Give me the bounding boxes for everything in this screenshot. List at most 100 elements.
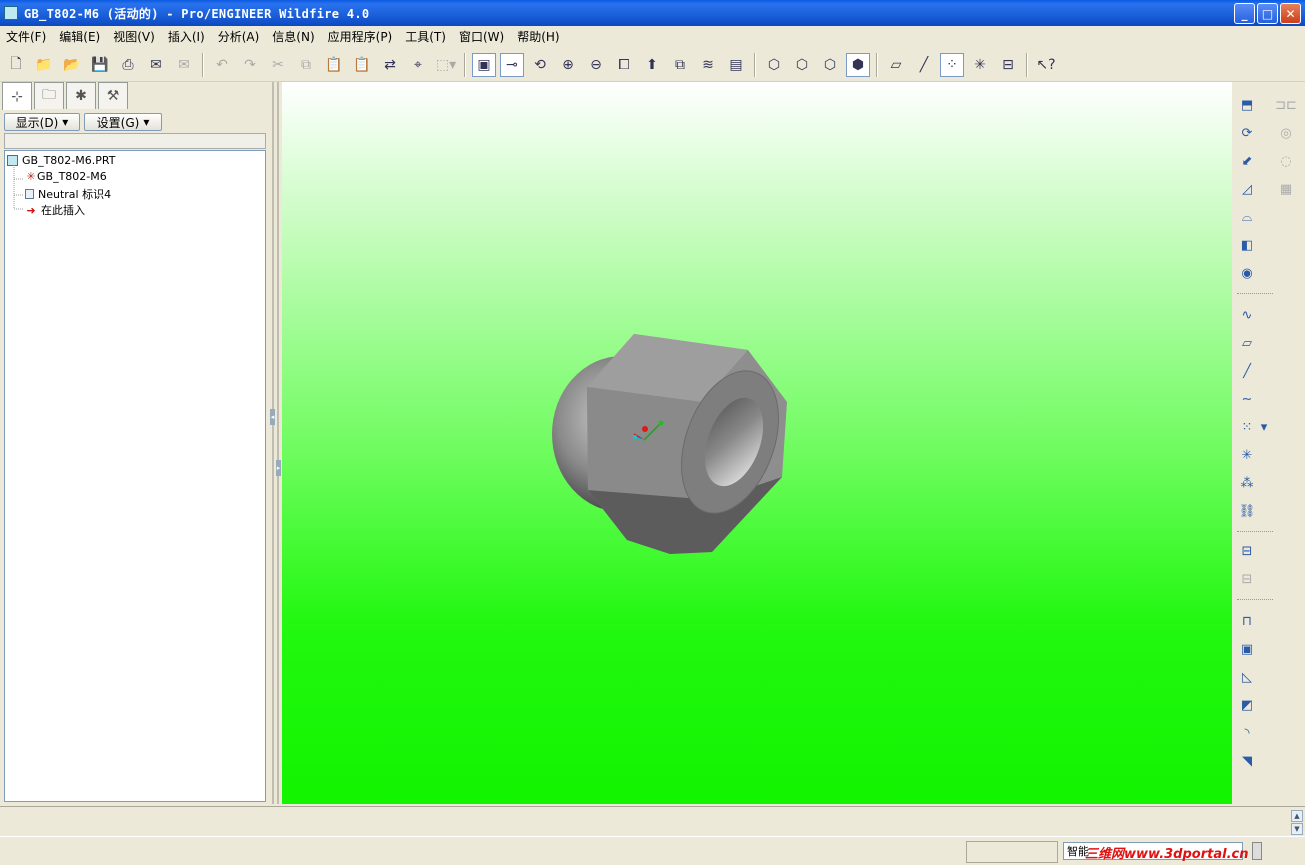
style-icon[interactable]: ⌓: [1236, 206, 1258, 228]
expand-right-icon[interactable]: ▸: [276, 460, 281, 476]
tree-item-feature[interactable]: Neutral 标识4: [25, 186, 111, 202]
layers-icon[interactable]: ≋: [696, 53, 720, 77]
datum-csys-icon[interactable]: ✳: [1236, 444, 1258, 466]
annotation-feature-icon[interactable]: ⊟: [1236, 540, 1258, 562]
favorites-tab[interactable]: ✱: [66, 82, 96, 109]
navigator-panel: ⊹ 🗀 ✱ ⚒ 显示(D) ▾ 设置(G) ▾ GB_T802-M6.PRT ✳…: [0, 82, 270, 804]
scroll-down-icon[interactable]: ▼: [1291, 823, 1303, 835]
display-dropdown[interactable]: 显示(D) ▾: [4, 113, 80, 131]
view-manager-icon[interactable]: ▤: [724, 53, 748, 77]
hole-icon[interactable]: ⊓: [1236, 610, 1258, 632]
annotation-element-icon[interactable]: ⊟: [1236, 568, 1258, 590]
menu-tools[interactable]: 工具(T): [405, 28, 446, 45]
hidden-line-icon[interactable]: ⬡: [790, 53, 814, 77]
wireframe-icon[interactable]: ⬡: [762, 53, 786, 77]
folder-browser-tab[interactable]: 🗀: [34, 82, 64, 109]
splitter-line: [272, 82, 274, 804]
print-icon[interactable]: ⎙: [116, 53, 140, 77]
menu-view[interactable]: 视图(V): [113, 28, 155, 45]
model-view[interactable]: [282, 82, 1232, 804]
scroll-up-icon[interactable]: ▲: [1291, 810, 1303, 822]
save-icon[interactable]: 💾: [88, 53, 112, 77]
datum-planes-toggle-icon[interactable]: ▱: [884, 53, 908, 77]
tree-item-insert-here[interactable]: ➜ 在此插入: [25, 202, 85, 218]
menu-applications[interactable]: 应用程序(P): [328, 28, 393, 45]
analysis-feature-icon[interactable]: ⁂: [1236, 472, 1258, 494]
pattern-icon[interactable]: ▦: [1275, 178, 1297, 200]
graphics-window[interactable]: [282, 82, 1232, 804]
no-hidden-icon[interactable]: ⬡: [818, 53, 842, 77]
repaint-icon[interactable]: ▣: [472, 52, 496, 77]
collapse-left-icon[interactable]: ◂: [270, 409, 275, 425]
merge-icon[interactable]: ◎: [1275, 122, 1297, 144]
shading-icon[interactable]: ⬢: [846, 52, 870, 77]
datum-plane-icon[interactable]: ▱: [1236, 332, 1258, 354]
model-tree: GB_T802-M6.PRT ✳ GB_T802-M6 Neutral 标识4 …: [4, 150, 266, 802]
redo-icon[interactable]: ↷: [238, 53, 262, 77]
regenerate-icon[interactable]: ⇄: [378, 53, 402, 77]
open-model-icon[interactable]: 📁: [32, 53, 56, 77]
datum-point-icon[interactable]: ⁙: [1236, 416, 1258, 438]
cut-icon[interactable]: ✂: [266, 53, 290, 77]
menu-insert[interactable]: 插入(I): [168, 28, 205, 45]
menu-help[interactable]: 帮助(H): [517, 28, 559, 45]
refit-icon[interactable]: ⧠: [612, 53, 636, 77]
chevron-down-icon[interactable]: ▾: [1259, 416, 1269, 438]
cap-nut-model[interactable]: [552, 334, 797, 554]
chain-link-icon[interactable]: ⛓: [1236, 500, 1258, 522]
menu-info[interactable]: 信息(N): [272, 28, 314, 45]
reorient-icon[interactable]: ⬆: [640, 53, 664, 77]
connections-tab[interactable]: ⚒: [98, 82, 128, 109]
paste-special-icon[interactable]: 📋: [350, 53, 374, 77]
datum-curve-icon[interactable]: ∼: [1236, 388, 1258, 410]
zoom-out-icon[interactable]: ⊖: [584, 53, 608, 77]
undo-icon[interactable]: ↶: [210, 53, 234, 77]
datum-axis-icon[interactable]: ╱: [1236, 360, 1258, 382]
toolbar-separator: [1237, 531, 1273, 532]
draft-icon[interactable]: ◩: [1236, 694, 1258, 716]
copy-icon[interactable]: ⧉: [294, 53, 318, 77]
trim-icon[interactable]: ◌: [1275, 150, 1297, 172]
appearance-icon[interactable]: ◉: [1236, 262, 1258, 284]
email-icon[interactable]: ✉: [144, 53, 168, 77]
find-icon[interactable]: ⌖: [406, 53, 430, 77]
email-link-icon[interactable]: ✉: [172, 53, 196, 77]
new-file-icon[interactable]: 🗋: [4, 53, 28, 77]
extrude-icon[interactable]: ⬒: [1236, 94, 1258, 116]
tree-item-csys[interactable]: ✳ GB_T802-M6: [25, 170, 106, 183]
boundary-blend-icon[interactable]: ◿: [1236, 178, 1258, 200]
filter-dropdown-icon[interactable]: [1252, 842, 1262, 860]
rib-icon[interactable]: ◺: [1236, 666, 1258, 688]
mirror-icon[interactable]: ⊐⊏: [1275, 94, 1297, 116]
zoom-in-icon[interactable]: ⊕: [556, 53, 580, 77]
shell-icon[interactable]: ▣: [1236, 638, 1258, 660]
menu-analysis[interactable]: 分析(A): [218, 28, 260, 45]
revolve-icon[interactable]: ⟳: [1236, 122, 1258, 144]
variable-sweep-icon[interactable]: ⬋: [1236, 150, 1258, 172]
datum-axes-toggle-icon[interactable]: ╱: [912, 53, 936, 77]
warp-icon[interactable]: ◧: [1236, 234, 1258, 256]
open-folder-icon[interactable]: 📂: [60, 53, 84, 77]
panel-splitter[interactable]: ◂ ▸: [270, 82, 282, 804]
selection-box-icon[interactable]: ⬚▾: [434, 53, 458, 77]
orient-mode-icon[interactable]: ⟲: [528, 53, 552, 77]
datum-points-toggle-icon[interactable]: ⁘: [940, 52, 964, 77]
menu-edit[interactable]: 编辑(E): [59, 28, 100, 45]
spin-center-icon[interactable]: ⊸: [500, 52, 524, 77]
round-icon[interactable]: ◝: [1236, 722, 1258, 744]
maximize-button[interactable]: □: [1257, 3, 1278, 24]
annotations-toggle-icon[interactable]: ⊟: [996, 53, 1020, 77]
menu-window[interactable]: 窗口(W): [459, 28, 504, 45]
sketch-tool-icon[interactable]: ∿: [1236, 304, 1258, 326]
csys-toggle-icon[interactable]: ✳: [968, 53, 992, 77]
feature-toolbar: ⬒ ⊐⊏ ⟳ ◎ ⬋ ◌ ◿ ▦ ⌓ ◧ ◉ ∿ ▱ ╱ ∼ ⁙ ▾ ✳ ⁂ ⛓…: [1233, 82, 1305, 804]
settings-dropdown[interactable]: 设置(G) ▾: [84, 113, 162, 131]
saved-views-icon[interactable]: ⧉: [668, 53, 692, 77]
model-tree-tab[interactable]: ⊹: [2, 82, 32, 110]
close-button[interactable]: ✕: [1280, 3, 1301, 24]
context-help-icon[interactable]: ↖?: [1034, 53, 1058, 77]
paste-icon[interactable]: 📋: [322, 53, 346, 77]
menu-file[interactable]: 文件(F): [6, 28, 46, 45]
chamfer-icon[interactable]: ◥: [1236, 750, 1258, 772]
minimize-button[interactable]: _: [1234, 3, 1255, 24]
